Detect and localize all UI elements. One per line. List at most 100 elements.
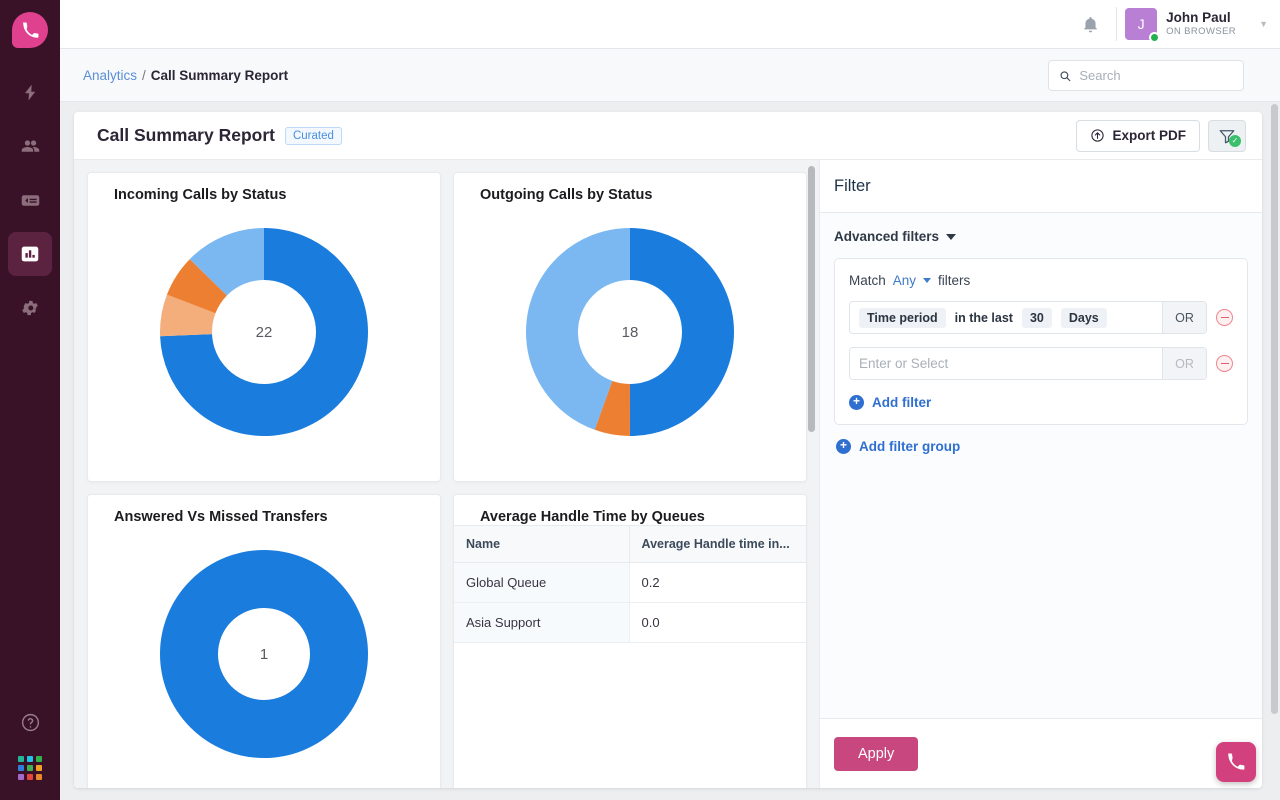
phone-icon — [22, 21, 38, 38]
lightning-icon — [24, 84, 35, 100]
people-icon — [21, 139, 39, 152]
avatar: J — [1125, 8, 1161, 43]
message-icon — [21, 194, 39, 206]
filter-placeholder[interactable]: Enter or Select — [859, 356, 948, 371]
charts-scrollbar[interactable] — [808, 166, 815, 432]
filter-panel-footer: Apply — [820, 718, 1262, 788]
advanced-filters-toggle[interactable]: Advanced filters — [834, 229, 1248, 244]
plus-circle-icon: + — [849, 395, 864, 410]
donut-chart-outgoing[interactable]: 18 — [526, 228, 734, 436]
donut-center-value: 18 — [621, 323, 639, 341]
chevron-down-icon[interactable]: ▼ — [1259, 19, 1268, 29]
export-pdf-button[interactable]: Export PDF — [1076, 119, 1200, 152]
plus-circle-icon: + — [836, 439, 851, 454]
brand-logo[interactable] — [12, 12, 48, 48]
add-filter-group-button[interactable]: + Add filter group — [836, 439, 1248, 454]
page-title: Call Summary Report — [97, 125, 275, 145]
add-filter-group-label: Add filter group — [859, 439, 961, 454]
app-switcher-button[interactable] — [18, 756, 42, 780]
topbar-divider — [1116, 7, 1118, 41]
match-value-dropdown[interactable]: Any — [893, 273, 916, 288]
advanced-filters-label: Advanced filters — [834, 229, 940, 244]
search-icon — [1060, 70, 1071, 81]
filter-row-field-box[interactable]: Time period in the last 30 Days OR — [849, 301, 1207, 334]
user-menu[interactable]: J John Paul ON BROWSER ▼ — [1125, 8, 1280, 43]
online-status-dot — [1149, 32, 1161, 43]
dialer-fab-button[interactable] — [1216, 742, 1256, 782]
filter-panel-header: Filter — [820, 160, 1262, 213]
chart-title: Incoming Calls by Status — [114, 187, 287, 203]
chart-card-outgoing-calls: Outgoing Calls by Status 18 — [453, 172, 807, 482]
minus-circle-icon[interactable] — [1216, 355, 1233, 372]
filter-row-tokens: Enter or Select — [850, 356, 1162, 371]
filter-heading: Filter — [834, 176, 871, 195]
bell-icon — [1083, 16, 1097, 32]
left-nav-rail — [0, 0, 60, 800]
table-header: Name Average Handle time in... — [454, 525, 806, 563]
phone-icon — [1227, 753, 1245, 770]
search-box[interactable] — [1048, 60, 1244, 91]
sidebar-item-messages[interactable] — [8, 178, 52, 222]
sidebar-item-settings[interactable] — [8, 286, 52, 330]
table-header-row: Name Average Handle time in... — [454, 525, 806, 563]
filter-toggle-button[interactable]: ✓ — [1208, 119, 1246, 152]
check-icon: ✓ — [1229, 134, 1241, 147]
filter-row-time-period: Time period in the last 30 Days OR — [849, 301, 1233, 334]
filter-field-token[interactable]: Time period — [859, 307, 946, 328]
column-header-name[interactable]: Name — [454, 525, 630, 563]
match-prefix: Match — [849, 273, 886, 288]
chart-card-incoming-calls: Incoming Calls by Status 22 — [87, 172, 441, 482]
caret-down-icon — [946, 233, 957, 240]
chart-card-avg-handle-time: Average Handle Time by Queues Name Avera… — [453, 494, 807, 788]
add-filter-button[interactable]: + Add filter — [849, 395, 1233, 410]
table-row[interactable]: Global Queue 0.2 — [454, 562, 806, 603]
breadcrumb-parent[interactable]: Analytics — [83, 68, 137, 83]
page-scrollbar[interactable] — [1271, 104, 1278, 714]
filter-row-field-box[interactable]: Enter or Select OR — [849, 347, 1207, 380]
avatar-initial: J — [1137, 16, 1145, 32]
notifications-button[interactable] — [1068, 0, 1112, 49]
cell-value: 0.0 — [629, 602, 806, 643]
column-header-avg-handle-time[interactable]: Average Handle time in... — [629, 525, 806, 563]
filter-unit-token[interactable]: Days — [1060, 307, 1107, 328]
filter-row-empty: Enter or Select OR — [849, 347, 1233, 380]
bar-chart-icon — [21, 246, 39, 262]
donut-chart-transfers[interactable]: 1 — [160, 550, 368, 758]
filter-operator-label: in the last — [954, 310, 1013, 325]
minus-circle-icon[interactable] — [1216, 309, 1233, 326]
filter-panel-body: Advanced filters Match Any filters Time … — [820, 213, 1262, 718]
user-info: John Paul ON BROWSER — [1166, 10, 1236, 38]
donut-chart-incoming[interactable]: 22 — [160, 228, 368, 436]
filter-amount-token[interactable]: 30 — [1021, 307, 1052, 328]
filter-group: Match Any filters Time period in the las… — [834, 258, 1248, 425]
gear-icon — [22, 300, 38, 316]
table-row[interactable]: Asia Support 0.0 — [454, 602, 806, 643]
chart-grid: Incoming Calls by Status 22 Outgoing Cal… — [87, 172, 807, 788]
search-input[interactable] — [1079, 68, 1233, 83]
match-row: Match Any filters — [849, 273, 1233, 288]
chart-title: Outgoing Calls by Status — [480, 187, 653, 203]
donut-wrap: 22 — [88, 203, 440, 461]
help-button[interactable] — [20, 712, 41, 738]
donut-center-value: 1 — [259, 645, 269, 663]
question-circle-icon — [21, 713, 39, 732]
caret-down-icon[interactable] — [923, 278, 932, 283]
sidebar-item-quick-actions[interactable] — [8, 70, 52, 114]
table-body: Global Queue 0.2 Asia Support 0.0 — [454, 562, 806, 643]
sidebar-item-contacts[interactable] — [8, 124, 52, 168]
filter-conjunction-button[interactable]: OR — [1162, 302, 1206, 333]
filter-panel: Filter Advanced filters Match Any filter… — [819, 160, 1262, 788]
user-name: John Paul — [1166, 10, 1231, 26]
export-pdf-label: Export PDF — [1112, 128, 1186, 143]
rail-item-list — [0, 70, 60, 330]
app-root: J John Paul ON BROWSER ▼ Analytics / Cal… — [0, 0, 1280, 800]
filter-row-tokens: Time period in the last 30 Days — [850, 307, 1162, 328]
report-sheet: Call Summary Report Curated Export PDF ✓ — [74, 112, 1262, 788]
filter-conjunction-button[interactable]: OR — [1162, 348, 1206, 379]
sidebar-item-analytics[interactable] — [8, 232, 52, 276]
cell-name: Global Queue — [454, 562, 630, 603]
apply-button[interactable]: Apply — [834, 736, 919, 771]
report-header: Call Summary Report Curated Export PDF ✓ — [74, 112, 1262, 160]
top-bar: J John Paul ON BROWSER ▼ — [60, 0, 1280, 49]
report-body: Incoming Calls by Status 22 Outgoing Cal… — [74, 160, 1262, 788]
